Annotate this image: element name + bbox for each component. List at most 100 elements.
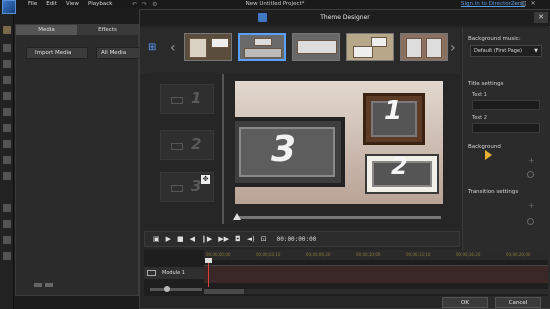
volume-icon[interactable]: ◄) (247, 235, 255, 243)
cursor-icon (485, 150, 492, 160)
add-background-icon[interactable]: + (528, 156, 535, 165)
play-icon[interactable]: ▶ (166, 235, 171, 243)
maximize-icon[interactable]: □ (521, 0, 527, 7)
media-room-icon[interactable] (3, 26, 11, 34)
dialog-titlebar: Theme Designer ✕ (140, 10, 550, 26)
tick-label: 00;00;20;00 (506, 252, 531, 257)
frame-number: 2 (391, 152, 408, 180)
tick-label: 00;00;13;10 (406, 252, 431, 257)
thumb-frame (426, 38, 442, 58)
thumb-frame (353, 46, 373, 58)
scrollbar-thumb[interactable] (204, 289, 244, 294)
slot-item[interactable]: 1 (160, 84, 214, 114)
add-template-icon[interactable]: ⊞ (148, 42, 160, 54)
zoom-slider-knob[interactable] (164, 286, 170, 292)
tick-label: 00;00;16;20 (456, 252, 481, 257)
menu-bar: File Edit View Playback ↶ ↷ ⚙ New Untitl… (0, 0, 550, 14)
next-frame-icon[interactable]: ❙▶ (201, 235, 212, 243)
slot-list: 1 2 3 ✥ (153, 72, 215, 220)
import-media-button[interactable]: Import Media (26, 47, 88, 59)
dialog-title: Theme Designer (320, 14, 370, 21)
fullscreen-icon[interactable]: ⊡ (261, 235, 267, 243)
timecode-display: 00:00:00:00 (276, 235, 317, 243)
thumb-frame (254, 38, 272, 46)
title-room-icon[interactable] (3, 92, 11, 100)
view-icon[interactable] (45, 283, 53, 287)
thumb-frame (371, 37, 387, 47)
thumb-frame (189, 38, 207, 58)
stop-icon[interactable]: ■ (177, 235, 184, 243)
tab-media[interactable]: Media (16, 25, 77, 35)
photo-frame-3[interactable]: 3 (235, 117, 345, 187)
close-button[interactable]: ✕ (534, 12, 548, 23)
timeline-scrollbar[interactable] (204, 289, 548, 294)
ok-button[interactable]: OK (442, 297, 488, 308)
track-header[interactable]: Module 1 (144, 267, 204, 279)
timeline: 00;00;00;00 00;00;03;10 00;00;06;20 00;0… (144, 250, 548, 296)
preview-mode-icon[interactable]: ▣ (153, 235, 160, 243)
chevron-right-icon[interactable]: › (450, 40, 456, 56)
audio-mixing-icon[interactable] (3, 124, 11, 132)
theme-designer-dialog: Theme Designer ✕ ⊞ ‹ › Background music: (139, 9, 550, 309)
media-library-panel: Media Effects Import Media All Media ▼ (15, 24, 148, 296)
chevron-down-icon: ▼ (534, 48, 538, 54)
tool-icon[interactable] (3, 236, 11, 244)
scrubber-handle[interactable] (233, 213, 241, 220)
image-placeholder-icon (171, 185, 183, 192)
fx-room-icon[interactable] (3, 44, 11, 52)
room-toolbar (0, 14, 14, 309)
minimize-icon[interactable]: – (514, 0, 517, 7)
timeline-ruler[interactable]: 00;00;00;00 00;00;03;10 00;00;06;20 00;0… (204, 250, 548, 260)
photo-frame-1[interactable]: 1 (363, 93, 425, 145)
remove-transition-icon[interactable] (527, 218, 534, 225)
text2-input[interactable] (472, 123, 540, 133)
chevron-left-icon[interactable]: ‹ (170, 40, 176, 56)
chapter-icon[interactable] (3, 156, 11, 164)
remove-background-icon[interactable] (527, 171, 534, 178)
thumb-frame (211, 38, 229, 48)
fast-forward-icon[interactable]: ▶▶ (218, 235, 229, 243)
playhead[interactable] (208, 259, 209, 287)
tool-icon[interactable] (3, 252, 11, 260)
template-strip: ⊞ ‹ › (140, 28, 460, 74)
particle-room-icon[interactable] (3, 76, 11, 84)
image-placeholder-icon (171, 97, 183, 104)
transition-room-icon[interactable] (3, 108, 11, 116)
timeline-zoom-slider[interactable] (150, 288, 202, 291)
voiceover-icon[interactable] (3, 140, 11, 148)
thumb-frame (244, 48, 282, 58)
text1-input[interactable] (472, 100, 540, 110)
tab-effects[interactable]: Effects (77, 25, 138, 35)
pip-room-icon[interactable] (3, 60, 11, 68)
previous-frame-icon[interactable]: ◀ (190, 235, 195, 243)
track-name: Module 1 (162, 270, 185, 276)
photo-frame-2[interactable]: 2 (365, 152, 439, 194)
thumb-frame (297, 40, 337, 54)
tool-icon[interactable] (3, 204, 11, 212)
snapshot-icon[interactable]: ◘ (235, 235, 241, 243)
subtitle-icon[interactable] (3, 172, 11, 180)
add-transition-icon[interactable]: + (528, 201, 535, 210)
tick-label: 00;00;10;00 (356, 252, 381, 257)
template-thumbnail[interactable] (346, 33, 394, 61)
view-icon[interactable] (34, 283, 42, 287)
slot-item[interactable]: 2 (160, 130, 214, 160)
tool-icon[interactable] (3, 220, 11, 228)
track-lane[interactable] (204, 265, 548, 283)
template-thumbnail[interactable] (292, 33, 340, 61)
template-thumbnail[interactable] (184, 33, 232, 61)
bg-music-label: Background music: (468, 36, 521, 42)
text2-label: Text 2 (472, 115, 487, 121)
template-thumbnail-selected[interactable] (238, 33, 286, 61)
close-icon[interactable]: ✕ (531, 0, 536, 7)
template-thumbnail[interactable] (400, 33, 448, 61)
playhead-handle[interactable] (205, 258, 212, 263)
slot-item[interactable]: 3 ✥ (160, 172, 214, 202)
preview-scrubber[interactable] (235, 216, 441, 219)
module-icon (147, 270, 156, 276)
divider (222, 74, 224, 224)
tick-label: 00;00;03;10 (256, 252, 281, 257)
frame-number: 1 (384, 96, 403, 126)
cancel-button[interactable]: Cancel (495, 297, 541, 308)
bg-music-dropdown[interactable]: Default (First Page) ▼ (470, 45, 542, 57)
